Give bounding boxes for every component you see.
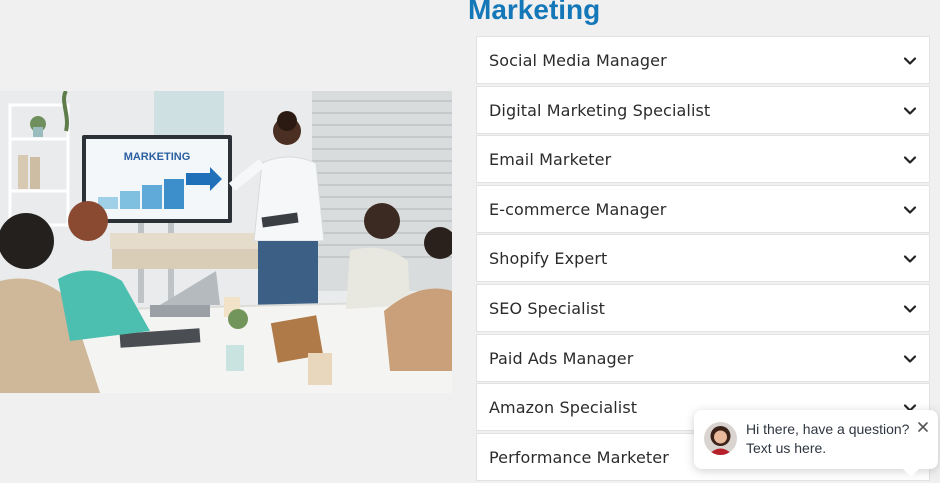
- accordion-item-label: Email Marketer: [489, 150, 612, 170]
- accordion-item[interactable]: Paid Ads Manager: [476, 333, 930, 382]
- chevron-down-icon[interactable]: [903, 104, 917, 118]
- chevron-down-icon[interactable]: [903, 54, 917, 68]
- accordion-item-label: Shopify Expert: [489, 249, 608, 269]
- accordion-item[interactable]: SEO Specialist: [476, 283, 930, 332]
- chevron-down-icon[interactable]: [903, 352, 917, 366]
- accordion-item-label: Paid Ads Manager: [489, 348, 634, 368]
- accordion-item[interactable]: Shopify Expert: [476, 234, 930, 283]
- accordion-item[interactable]: Social Media Manager: [476, 36, 930, 84]
- chevron-down-icon[interactable]: [903, 203, 917, 217]
- accordion-item-label: E-commerce Manager: [489, 199, 667, 219]
- screen-title: MARKETING: [124, 151, 191, 163]
- chat-message-line: Text us here.: [746, 440, 827, 456]
- marketing-team-photo: MARKETING: [0, 91, 452, 393]
- popup-tail: [902, 468, 920, 477]
- accordion-item-label: Social Media Manager: [489, 51, 667, 70]
- chevron-down-icon[interactable]: [903, 153, 917, 167]
- accordion-item-label: Digital Marketing Specialist: [489, 100, 711, 120]
- accordion-item-label: Amazon Specialist: [489, 398, 638, 418]
- accordion-item-label: Performance Marketer: [489, 447, 669, 467]
- chat-message-line: Hi there, have a question?: [746, 421, 910, 437]
- chevron-down-icon[interactable]: [903, 252, 917, 266]
- accordion-item[interactable]: E-commerce Manager: [476, 184, 930, 233]
- chevron-down-icon[interactable]: [903, 302, 917, 316]
- accordion-item[interactable]: Email Marketer: [476, 135, 930, 184]
- chat-prompt-popup[interactable]: Hi there, have a question? Text us here.: [694, 410, 938, 477]
- agent-avatar: [704, 422, 737, 455]
- accordion-item[interactable]: Digital Marketing Specialist: [476, 85, 930, 134]
- section-title: Marketing: [468, 0, 601, 25]
- chat-message: Hi there, have a question? Text us here.: [746, 420, 916, 458]
- accordion-item-label: SEO Specialist: [489, 298, 606, 318]
- close-icon[interactable]: [916, 420, 930, 434]
